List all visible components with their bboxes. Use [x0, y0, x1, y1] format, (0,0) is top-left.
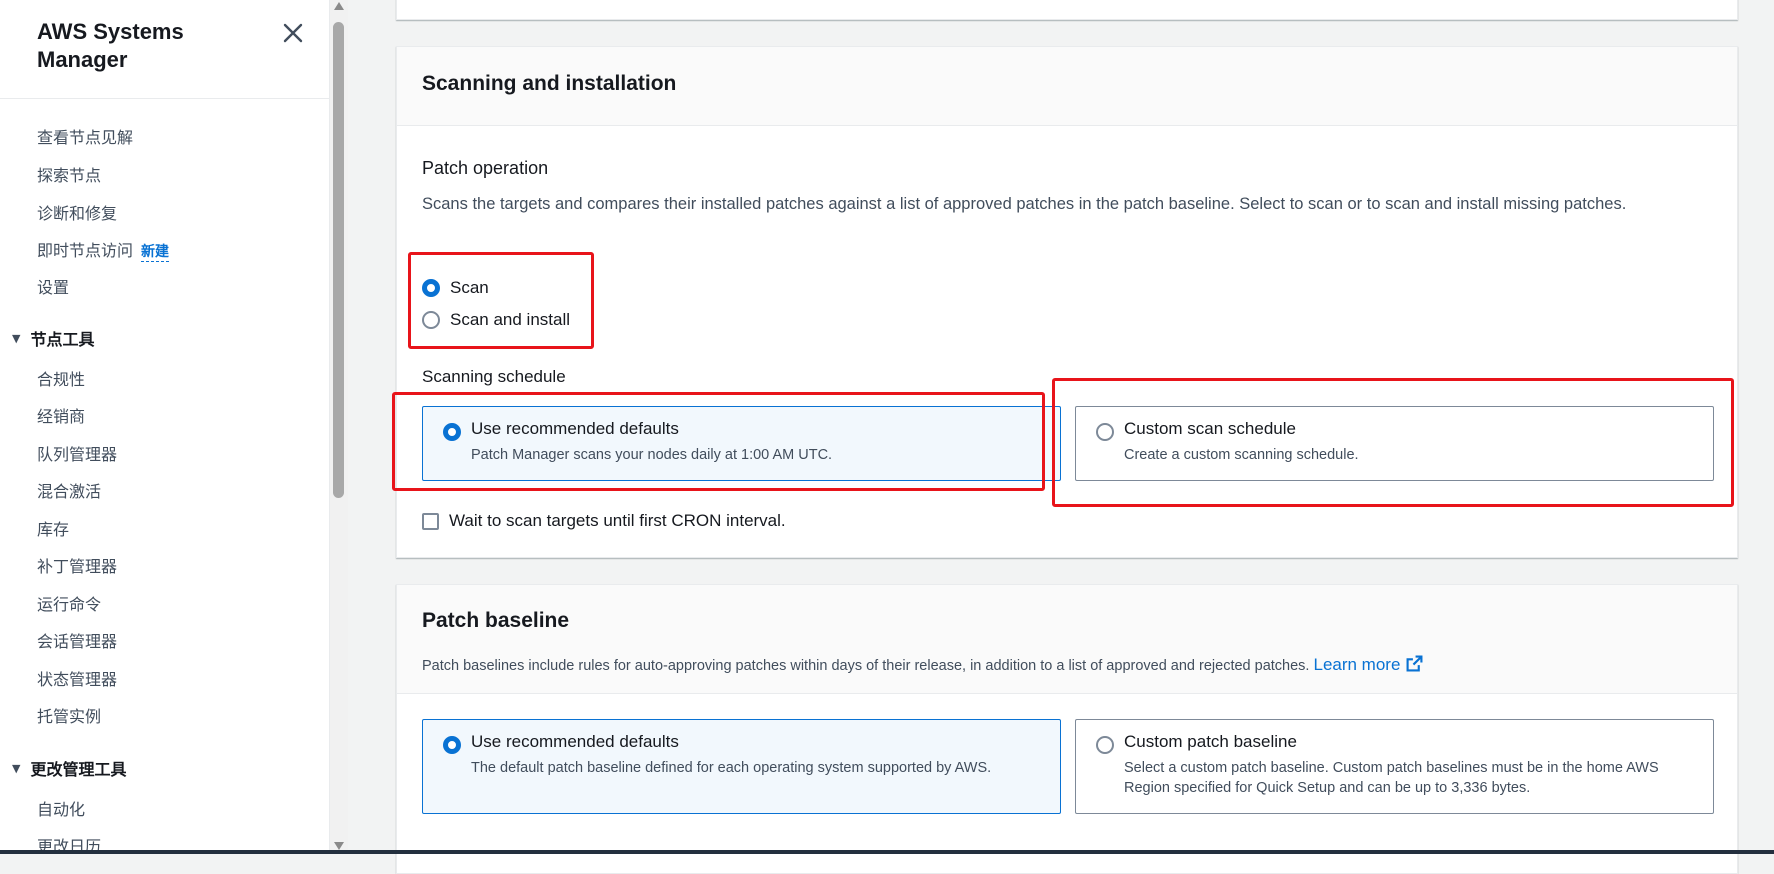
nav-item-patch-manager[interactable]: 补丁管理器 — [37, 553, 117, 577]
sidebar: AWS Systems Manager 查看节点见解 探索节点 诊断和修复 即时… — [0, 0, 330, 856]
tile-recommended-baseline[interactable]: Use recommended defaults The default pat… — [422, 719, 1061, 814]
close-sidebar-button[interactable] — [278, 18, 308, 48]
radio-scan[interactable]: Scan — [422, 278, 489, 298]
sidebar-title: AWS Systems Manager — [37, 19, 184, 72]
tile-radio[interactable] — [443, 423, 461, 441]
nav-item-fleet-manager[interactable]: 队列管理器 — [37, 441, 117, 465]
nav-item-hybrid-activations[interactable]: 混合激活 — [37, 478, 101, 502]
nav-item-managed-instances[interactable]: 托管实例 — [37, 703, 101, 727]
radio-scan-and-install-control[interactable] — [422, 311, 440, 329]
radio-scan-and-install-label: Scan and install — [450, 310, 571, 329]
nav-item-settings[interactable]: 设置 — [37, 274, 69, 298]
scroll-down-icon[interactable] — [334, 842, 344, 850]
nav-item-label: 即时节点访问 — [37, 241, 134, 260]
nav-section-node-tools[interactable]: ▼ 节点工具 — [12, 326, 94, 350]
scanning-installation-panel: Scanning and installation Patch operatio… — [396, 46, 1738, 558]
radio-scan-label: Scan — [450, 278, 489, 297]
scanning-schedule-label: Scanning schedule — [422, 367, 566, 386]
patch-operation-label: Patch operation — [422, 158, 549, 178]
nav-item-diagnose-remediate[interactable]: 诊断和修复 — [37, 200, 117, 224]
triangle-down-icon: ▼ — [12, 331, 21, 345]
description-text: Patch baselines include rules for auto-a… — [422, 658, 1310, 674]
nav-item-just-in-time-access[interactable]: 即时节点访问 新建 — [37, 237, 170, 262]
sidebar-header: AWS Systems Manager — [0, 0, 330, 99]
tile-radio[interactable] — [1096, 423, 1114, 441]
wait-cron-checkbox[interactable]: Wait to scan targets until first CRON in… — [422, 511, 786, 531]
tile-description: Patch Manager scans your nodes daily at … — [471, 447, 833, 463]
sidebar-scrollbar[interactable] — [330, 0, 348, 854]
nav-item-session-manager[interactable]: 会话管理器 — [37, 628, 117, 652]
tile-title: Use recommended defaults — [471, 732, 679, 751]
tile-description: The default patch baseline defined for e… — [471, 760, 992, 776]
nav-item-node-insights[interactable]: 查看节点见解 — [37, 124, 133, 148]
nav-item-compliance[interactable]: 合规性 — [37, 366, 85, 390]
learn-more-label: Learn more — [1313, 655, 1401, 674]
close-icon — [283, 23, 303, 43]
tile-custom-patch-baseline[interactable]: Custom patch baseline Select a custom pa… — [1075, 719, 1714, 814]
patch-baseline-description: Patch baselines include rules for auto-a… — [422, 654, 1712, 677]
nav-section-change-tools[interactable]: ▼ 更改管理工具 — [12, 756, 126, 780]
tile-title: Use recommended defaults — [471, 419, 679, 438]
scrollbar-thumb[interactable] — [333, 22, 344, 498]
tile-recommended-schedule[interactable]: Use recommended defaults Patch Manager s… — [422, 406, 1061, 481]
checkbox-label: Wait to scan targets until first CRON in… — [449, 511, 786, 530]
scroll-up-icon[interactable] — [334, 2, 344, 10]
nav-item-explore-nodes[interactable]: 探索节点 — [37, 162, 101, 186]
tile-radio[interactable] — [443, 736, 461, 754]
tile-title: Custom scan schedule — [1124, 419, 1296, 438]
nav-section-label: 节点工具 — [30, 330, 95, 349]
panel-header: Patch baseline Patch baselines include r… — [397, 585, 1737, 694]
nav-item-distributor[interactable]: 经销商 — [37, 403, 85, 427]
panel-header: Scanning and installation — [397, 47, 1737, 126]
checkbox-control[interactable] — [422, 512, 439, 530]
nav-item-state-manager[interactable]: 状态管理器 — [37, 666, 117, 690]
tile-title: Custom patch baseline — [1124, 732, 1297, 751]
panel-title: Patch baseline — [422, 609, 570, 632]
previous-panel — [396, 0, 1738, 20]
radio-scan-control[interactable] — [422, 279, 440, 297]
tile-description: Create a custom scanning schedule. — [1124, 447, 1359, 463]
patch-operation-description: Scans the targets and compares their ins… — [422, 195, 1627, 213]
learn-more-link[interactable]: Learn more — [1313, 655, 1423, 674]
tile-custom-scan-schedule[interactable]: Custom scan schedule Create a custom sca… — [1075, 406, 1714, 481]
bottom-bar — [0, 850, 1774, 854]
tile-description: Select a custom patch baseline. Custom p… — [1124, 760, 1659, 796]
nav-section-label: 更改管理工具 — [30, 760, 127, 779]
nav-item-automation[interactable]: 自动化 — [37, 796, 85, 820]
triangle-down-icon: ▼ — [12, 761, 21, 775]
panel-title: Scanning and installation — [422, 72, 677, 95]
patch-baseline-panel: Patch baseline Patch baselines include r… — [396, 584, 1738, 874]
radio-scan-and-install[interactable]: Scan and install — [422, 310, 570, 330]
new-badge: 新建 — [141, 244, 170, 262]
nav-item-inventory[interactable]: 库存 — [37, 516, 69, 540]
tile-radio[interactable] — [1096, 736, 1114, 754]
nav-item-run-command[interactable]: 运行命令 — [37, 591, 101, 615]
external-link-icon — [1406, 655, 1423, 672]
